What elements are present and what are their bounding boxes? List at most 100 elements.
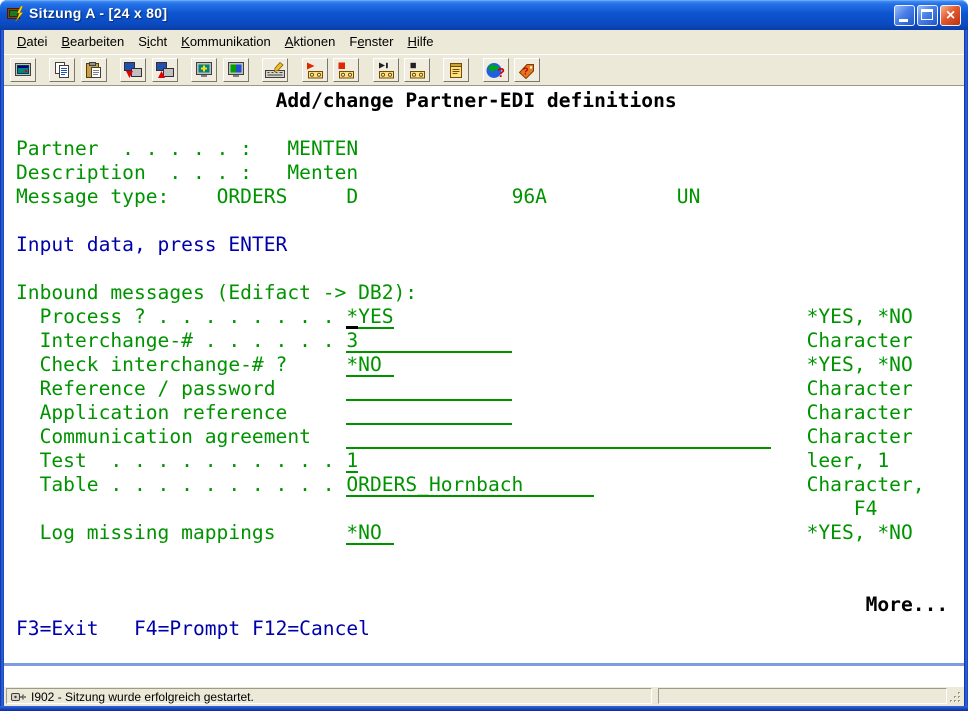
screen-text: *YES, *NO [807, 305, 913, 329]
web-support-icon: ? [486, 62, 506, 79]
notes-icon [446, 62, 466, 79]
menu-sicht[interactable]: Sicht [131, 30, 174, 52]
play-macro-icon [376, 62, 396, 79]
display-setup-icon [194, 62, 214, 79]
close-icon: × [941, 6, 960, 25]
input-field[interactable]: 3 [346, 329, 511, 353]
screen-text: Character [807, 329, 913, 353]
stop-macro-icon [407, 62, 427, 79]
screen-text: F3=Exit [16, 617, 99, 641]
screen-text: Add/change Partner-EDI definitions [276, 89, 677, 113]
screen-text: Inbound messages (Edifact -> DB2): [16, 281, 417, 305]
toolbar: ? ? [4, 54, 964, 85]
toolbar-button-copy[interactable] [49, 58, 75, 82]
screen-text: More... [866, 593, 949, 617]
connection-status-icon [10, 690, 26, 703]
screen-text: Interchange-# . . . . . . [40, 329, 335, 353]
window-title: Sitzung A - [24 x 80] [29, 5, 167, 21]
resize-grip[interactable] [949, 691, 962, 704]
screen-text: Menten [287, 161, 358, 185]
screen-text: 96A [512, 185, 547, 209]
screen-text: Message type: [16, 185, 169, 209]
toolbar-button-notes[interactable] [443, 58, 469, 82]
oia-area [4, 666, 964, 687]
session-app-icon [7, 6, 25, 23]
menu-fenster[interactable]: Fenster [342, 30, 400, 52]
toolbar-button-record-macro[interactable] [302, 58, 328, 82]
svg-text:?: ? [523, 67, 529, 78]
screen-text: Character [807, 425, 913, 449]
input-field[interactable]: *NO [346, 353, 393, 377]
toolbar-button-new-session[interactable] [10, 58, 36, 82]
input-field[interactable] [346, 425, 771, 449]
screen-text: Character, [807, 473, 925, 497]
svg-text:?: ? [497, 65, 505, 79]
copy-icon [52, 62, 72, 79]
screen-text: *YES, *NO [807, 521, 913, 545]
status-message-panel: I902 - Sitzung wurde erfolgreich gestart… [6, 688, 652, 704]
screen-text: F12=Cancel [252, 617, 370, 641]
menu-datei[interactable]: Datei [10, 30, 54, 52]
screen-text: Check interchange-# ? [40, 353, 288, 377]
paste-icon [84, 62, 104, 79]
screen-text: D [346, 185, 358, 209]
toolbar-button-receive-file[interactable] [152, 58, 178, 82]
status-secondary-panel [658, 688, 947, 704]
toolbar-button-color-mapping[interactable] [223, 58, 249, 82]
toolbar-button-paste[interactable] [81, 58, 107, 82]
send-file-icon [123, 62, 143, 79]
receive-file-icon [155, 62, 175, 79]
screen-text: Partner . . . . . : [16, 137, 252, 161]
toolbar-button-stop-macro[interactable] [404, 58, 430, 82]
input-field[interactable]: 1 [346, 449, 358, 473]
input-field[interactable] [346, 377, 511, 401]
menu-bar: DateiBearbeitenSichtKommunikationAktione… [4, 30, 964, 54]
screen-text: ORDERS [217, 185, 288, 209]
record-macro-icon [305, 62, 325, 79]
maximize-button[interactable] [917, 5, 938, 26]
close-button[interactable]: × [940, 5, 961, 26]
toolbar-button-web-support[interactable]: ? [483, 58, 509, 82]
terminal-screen[interactable]: Add/change Partner-EDI definitions Partne… [4, 85, 964, 664]
toolbar-button-stop-recording[interactable] [333, 58, 359, 82]
menu-aktionen[interactable]: Aktionen [278, 30, 343, 52]
window-controls: × [894, 5, 961, 26]
input-field[interactable]: ORDERS_Hornbach [346, 473, 594, 497]
screen-text: Input data, press ENTER [16, 233, 287, 257]
screen-text: MENTEN [287, 137, 358, 161]
status-bar: I902 - Sitzung wurde erfolgreich gestart… [4, 687, 964, 706]
input-field[interactable]: *NO [346, 521, 393, 545]
toolbar-button-help-index[interactable]: ? [514, 58, 540, 82]
color-mapping-icon [226, 62, 246, 79]
screen-text: Character [807, 377, 913, 401]
keyboard-setup-icon [265, 62, 285, 79]
input-field[interactable] [346, 401, 511, 425]
window-border-right [964, 30, 968, 711]
maximize-icon [921, 9, 933, 20]
screen-text: *YES, *NO [807, 353, 913, 377]
screen-text: Description . . . : [16, 161, 252, 185]
screen-text: Log missing mappings [40, 521, 276, 545]
screen-text: Character [807, 401, 913, 425]
window-border-bottom [0, 706, 968, 711]
screen-text: leer, 1 [807, 449, 890, 473]
screen-text: Application reference [40, 401, 288, 425]
menu-kommunikation[interactable]: Kommunikation [174, 30, 278, 52]
toolbar-button-play-macro[interactable] [373, 58, 399, 82]
title-bar[interactable]: Sitzung A - [24 x 80] × [0, 0, 968, 30]
screen-text: F4=Prompt [134, 617, 240, 641]
stop-recording-icon [336, 62, 356, 79]
screen-text: Communication agreement [40, 425, 311, 449]
screen-text: Test . . . . . . . . . . [40, 449, 335, 473]
screen-text: Table . . . . . . . . . . [40, 473, 335, 497]
toolbar-button-keyboard-setup[interactable] [262, 58, 288, 82]
new-session-icon [13, 62, 33, 79]
screen-text: F4 [854, 497, 878, 521]
menu-hilfe[interactable]: Hilfe [400, 30, 440, 52]
menu-bearbeiten[interactable]: Bearbeiten [54, 30, 131, 52]
toolbar-button-send-file[interactable] [120, 58, 146, 82]
toolbar-button-display-setup[interactable] [191, 58, 217, 82]
app-window: Sitzung A - [24 x 80] × DateiBearbeitenS… [0, 0, 968, 711]
minimize-button[interactable] [894, 5, 915, 26]
help-index-icon: ? [517, 62, 537, 79]
